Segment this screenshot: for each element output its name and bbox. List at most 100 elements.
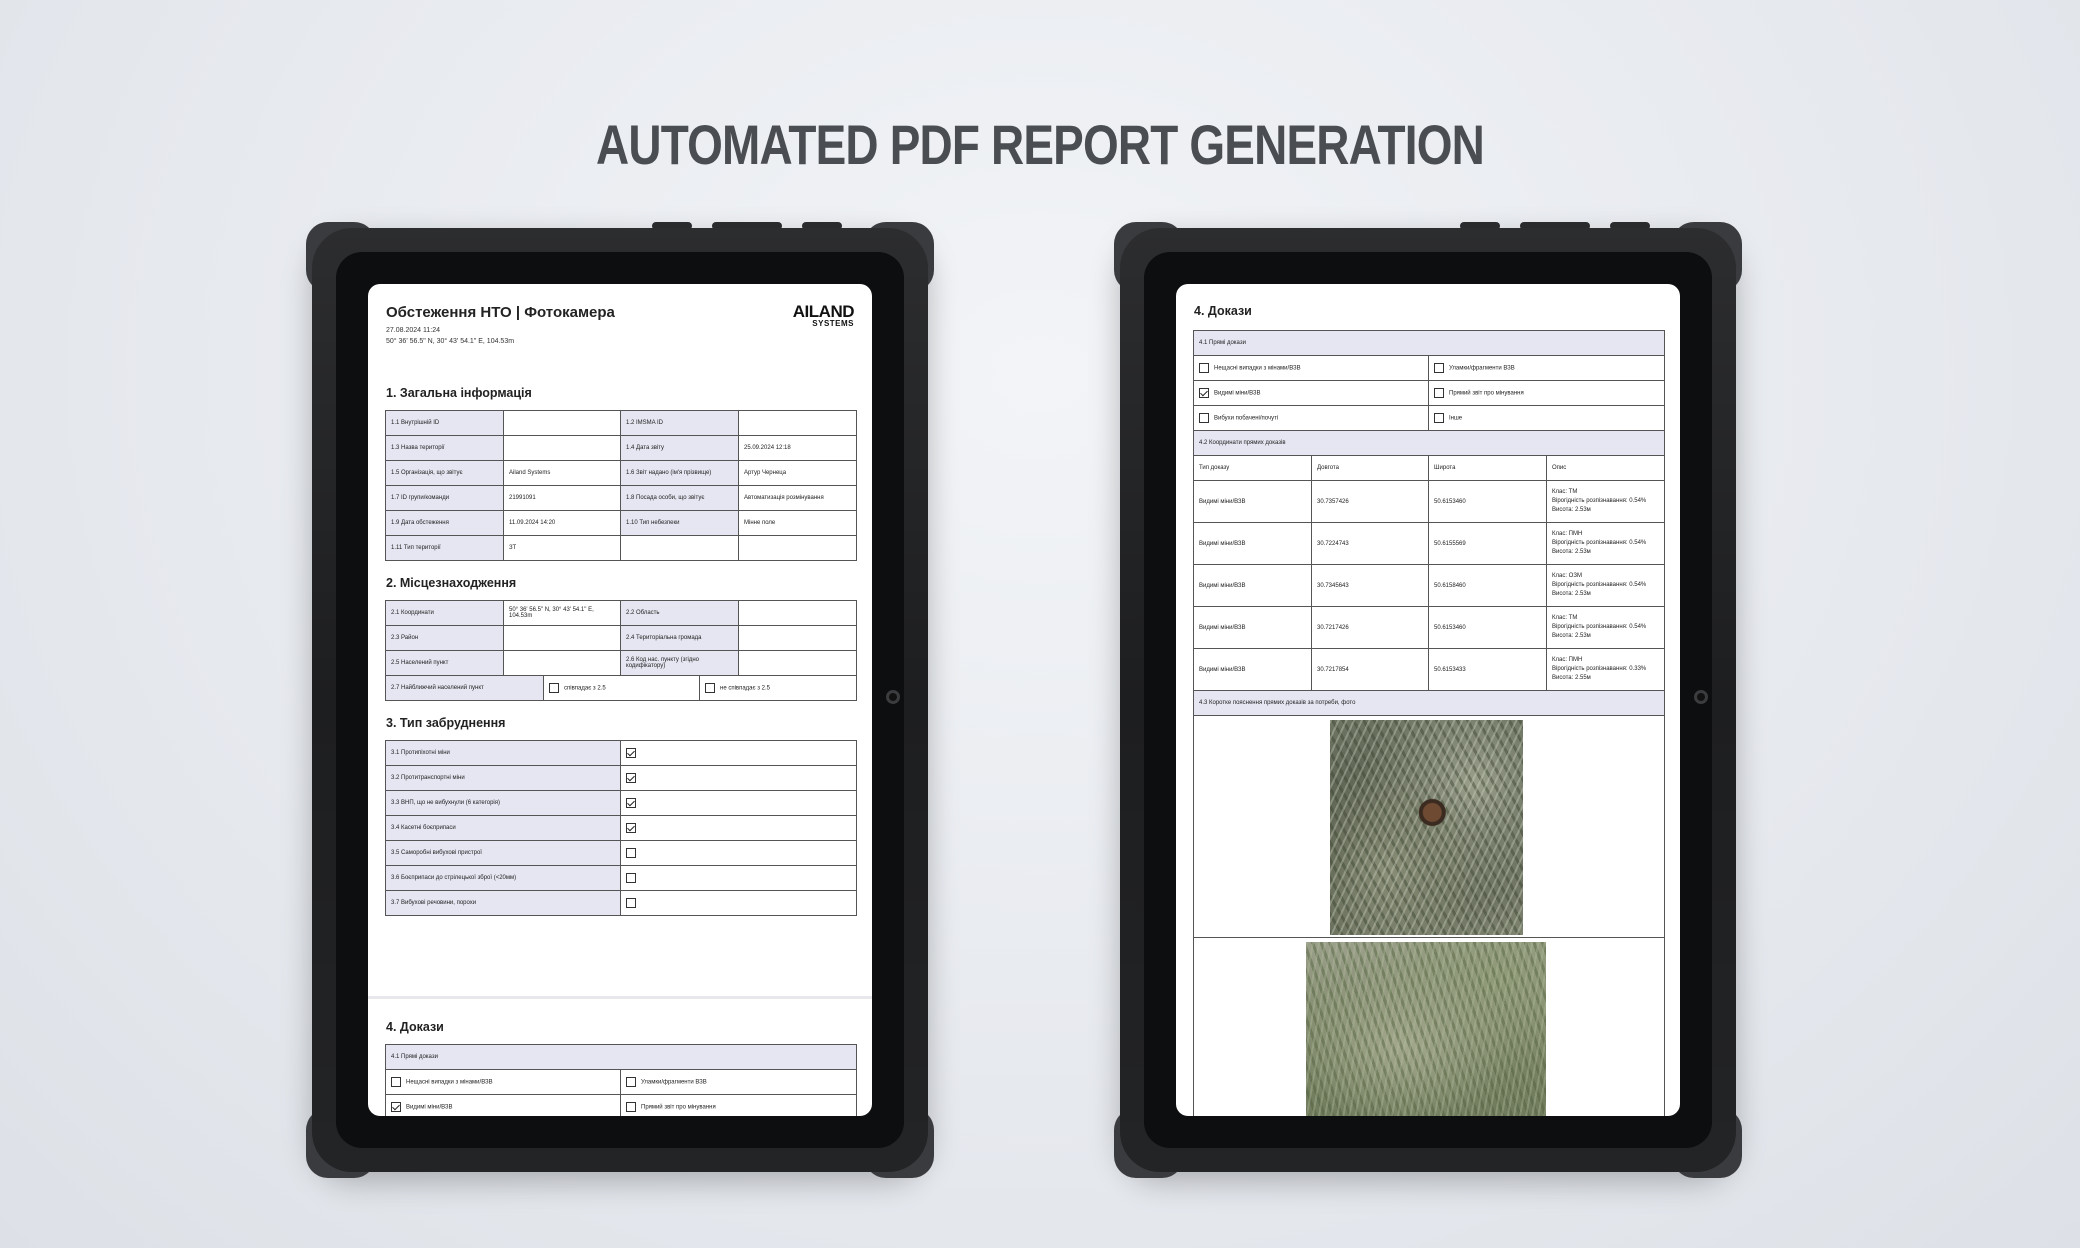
checkbox-option[interactable]: Видимі міни/ВЗВ [385,1094,621,1116]
field-value [738,410,857,436]
cell-type: Видимі міни/ВЗВ [1193,606,1312,649]
coords-subtitle: 4.2 Координати прямих доказів [1193,430,1665,456]
field-label: 2.2 Область [620,600,739,626]
field-value: Ailand Systems [503,460,621,486]
table-row: 2.3 Район 2.4 Територіальна громада [385,625,857,651]
checkbox[interactable] [626,873,636,883]
checkbox-option[interactable]: Вибухи побачені/почуті [1193,405,1429,431]
checked-checkbox[interactable] [626,748,636,758]
checked-checkbox[interactable] [626,798,636,808]
checkbox-option[interactable]: Прямий звіт про мінування [1428,380,1665,406]
cell-lon: 30.7357426 [1311,480,1429,523]
table-row: 1.9 Дата обстеження 11.09.2024 14:20 1.10 … [385,510,857,536]
cell-description: Клас: ТМ Вірогідність розпізнавання: 0.54… [1546,480,1665,523]
field-value: 25.09.2024 12:18 [738,435,857,461]
checkbox-option[interactable]: Нещасні випадки з мінами/ВЗВ [385,1069,621,1095]
checked-checkbox[interactable] [626,773,636,783]
contamination-label: 3.1 Протипіхотні міни [385,740,621,766]
checkbox-option[interactable] [620,890,857,916]
field-value: Мінне поле [738,510,857,536]
evidence-subtitle: 4.1 Прямі докази [385,1044,857,1070]
table-row: 3.1 Протипіхотні міни [385,740,857,766]
left-screen[interactable]: Обстеження НТО | Фотокамера 27.08.2024 1… [368,284,872,1116]
option-not-matches[interactable]: не співпадає з 2.5 [699,675,857,701]
cell-lat: 50.6153433 [1428,648,1547,691]
cell-type: Видимі міни/ВЗВ [1193,480,1312,523]
checkbox-option[interactable] [620,765,857,791]
checkbox[interactable] [1199,413,1209,423]
description-line: Клас: ТМ [1552,489,1578,495]
checkbox-label: Вибухи побачені/почуті [1214,415,1279,422]
description-line: Клас: ПМН [1552,531,1583,537]
checked-checkbox[interactable] [1199,388,1209,398]
checkbox[interactable] [626,1102,636,1112]
checkbox[interactable] [1434,363,1444,373]
checkbox[interactable] [626,898,636,908]
cell-lon: 30.7217426 [1311,606,1429,649]
column-header: Довгота [1311,455,1429,481]
checkbox-option[interactable]: Уламки/фрагменти ВЗВ [1428,355,1665,381]
checkbox-option[interactable] [620,790,857,816]
description-line: Висота: 2.53м [1552,507,1591,513]
cell-description: Клас: ОЗМ Вірогідність розпізнавання: 0.5… [1546,564,1665,607]
checkbox[interactable] [549,683,559,693]
report-title: Обстеження НТО | Фотокамера [386,304,615,321]
cell-description: Клас: ПМН Вірогідність розпізнавання: 0.5… [1546,522,1665,565]
cell-lat: 50.6153460 [1428,606,1547,649]
description-line: Висота: 2.55м [1552,675,1591,681]
field-value [503,625,621,651]
field-value [738,600,857,626]
description-line: Висота: 2.53м [1552,591,1591,597]
ailand-logo: AILAND SYSTEMS [792,302,855,328]
table-row: Видимі міни/ВЗВ 30.7345643 50.6158460 Клас:… [1193,564,1665,607]
checkbox-option[interactable] [620,740,857,766]
right-screen[interactable]: 4. Докази 4.1 Прямі докази Нещасні випад… [1176,284,1680,1116]
checkbox[interactable] [626,1077,636,1087]
checkbox-option[interactable] [620,840,857,866]
option-matches[interactable]: співпадає з 2.5 [543,675,700,701]
checked-checkbox[interactable] [391,1102,401,1112]
description-line: Вірогідність розпізнавання: 0.33% [1552,666,1647,672]
checkbox[interactable] [391,1077,401,1087]
field-value: Автоматизація розмінування [738,485,857,511]
checkbox-option[interactable]: Видимі міни/ВЗВ [1193,380,1429,406]
column-header: Широта [1428,455,1547,481]
description-line: Клас: ПМН [1552,657,1583,663]
table-row: 3.6 Боєприпаси до стрілецької зброї (<20… [385,865,857,891]
table-row: Видимі міни/ВЗВ 30.7217426 50.6153460 Клас:… [1193,606,1665,649]
checkbox[interactable] [1434,413,1444,423]
table-row: 3.7 Вибухові речовини, порохи [385,890,857,916]
field-label: 2.3 Район [385,625,504,651]
table-header-row: Тип доказу Довгота Широта Опис [1193,455,1665,481]
general-info-table: 1.1 Внутрішній ID 1.2 IMSMA ID 1.3 Назва т… [385,410,857,561]
table-row: 1.11 Тип території ЗТ [385,535,857,561]
evidence-coords-table: 4.2 Координати прямих доказів Тип доказу… [1193,430,1665,691]
description-line: Вірогідність розпізнавання: 0.54% [1552,540,1647,546]
checkbox-label: Видимі міни/ВЗВ [406,1104,453,1111]
evidence-photo-mine[interactable] [1330,720,1523,935]
checked-checkbox[interactable] [626,823,636,833]
table-row: Нещасні випадки з мінами/ВЗВ Уламки/фрагм… [1193,355,1665,381]
checkbox-option[interactable]: Уламки/фрагменти ВЗВ [620,1069,857,1095]
checkbox-option[interactable]: Інше [1428,405,1665,431]
checkbox-option[interactable]: Нещасні випадки з мінами/ВЗВ [1193,355,1429,381]
contamination-label: 3.5 Саморобні вибухові пристрої [385,840,621,866]
table-row: 3.2 Протитранспортні міни [385,765,857,791]
checkbox-label: Уламки/фрагменти ВЗВ [641,1079,707,1086]
field-value [503,410,621,436]
table-row: 3.4 Касетні боєприпаси [385,815,857,841]
evidence-title: 4. Докази [1194,304,1252,318]
checkbox[interactable] [1434,388,1444,398]
checkbox[interactable] [626,848,636,858]
checkbox-option[interactable]: Прямий звіт про мінування [620,1094,857,1116]
checkbox[interactable] [1199,363,1209,373]
evidence-photo-grass[interactable] [1306,942,1546,1116]
section-3-title: 3. Тип забруднення [386,716,506,730]
table-row: Видимі міни/ВЗВ 30.7224743 50.6155569 Клас:… [1193,522,1665,565]
table-row: 1.1 Внутрішній ID 1.2 IMSMA ID [385,410,857,436]
checkbox-option[interactable] [620,865,857,891]
checkbox-option[interactable] [620,815,857,841]
description-line: Клас: ТМ [1552,615,1578,621]
checkbox[interactable] [705,683,715,693]
field-label: 1.9 Дата обстеження [385,510,504,536]
